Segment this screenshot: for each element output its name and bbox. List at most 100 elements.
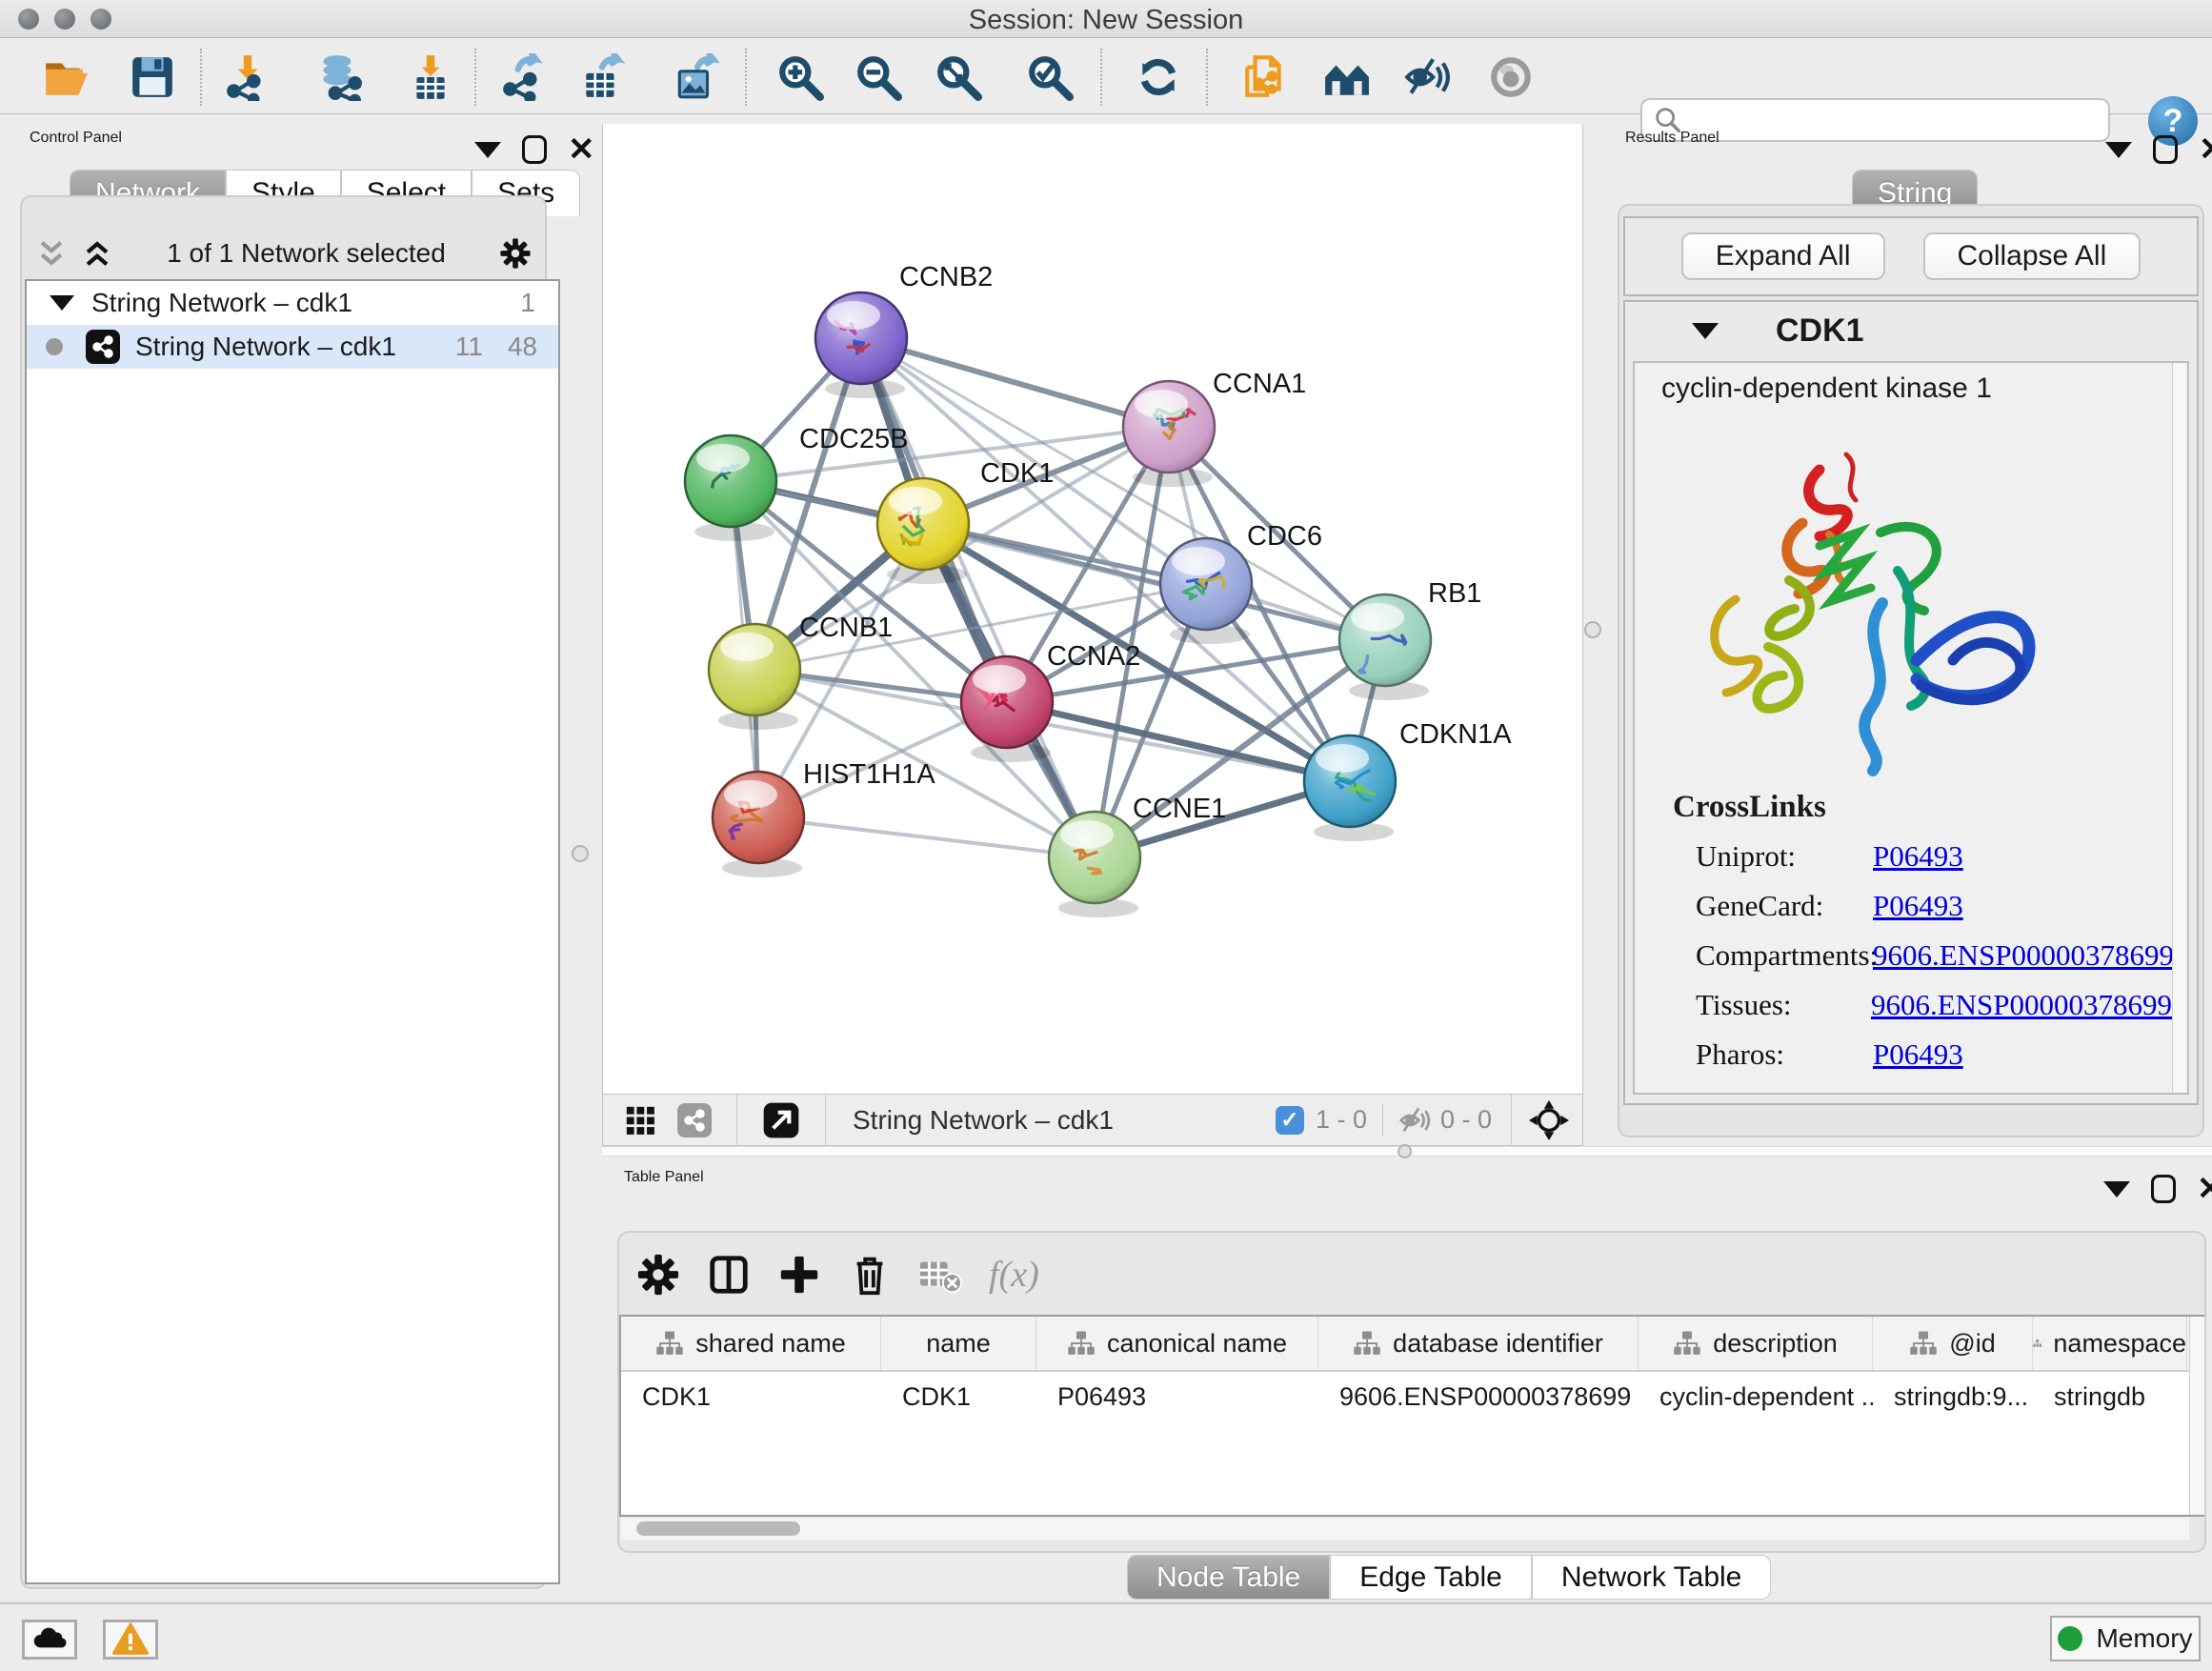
- selected-count: 1 - 0: [1316, 1105, 1367, 1135]
- detach-view-icon[interactable]: [762, 1101, 800, 1139]
- column-header-database-identifier[interactable]: database identifier: [1318, 1317, 1639, 1370]
- column-header-namespace[interactable]: namespace: [2033, 1317, 2187, 1370]
- network-view-toolbar: String Network – cdk1 ✓ 1 - 0 0 - 0: [602, 1094, 1583, 1146]
- network-node-CDK1[interactable]: [877, 478, 969, 584]
- string-home-icon[interactable]: [1322, 52, 1372, 102]
- left-splitter-handle[interactable]: [572, 845, 589, 862]
- table-row[interactable]: CDK1CDK1P064939606.ENSP00000378699cyclin…: [621, 1372, 2202, 1421]
- control-panel-close-icon[interactable]: ✕: [568, 135, 595, 164]
- cell-database-identifier[interactable]: 9606.ENSP00000378699: [1318, 1372, 1639, 1421]
- zoom-in-icon[interactable]: [775, 52, 825, 102]
- network-node-CDKN1A[interactable]: [1304, 735, 1396, 841]
- tab-node-table[interactable]: Node Table: [1127, 1555, 1330, 1600]
- network-node-CCNE1[interactable]: [1049, 812, 1140, 917]
- cell-shared-name[interactable]: CDK1: [621, 1372, 881, 1421]
- string-import-icon[interactable]: [1240, 52, 1290, 102]
- crosslink-value-link[interactable]: P06493: [1873, 1037, 1963, 1072]
- refresh-view-icon[interactable]: [1134, 52, 1183, 102]
- cell-canonical-name[interactable]: P06493: [1036, 1372, 1318, 1421]
- column-header-@id[interactable]: @id: [1873, 1317, 2033, 1370]
- import-network-file-icon[interactable]: [223, 52, 272, 102]
- entry-header[interactable]: CDK1: [1625, 302, 2197, 359]
- table-horizontal-scrollbar[interactable]: [621, 1517, 2189, 1540]
- table-options-gear-icon[interactable]: [636, 1253, 680, 1297]
- import-table-file-icon[interactable]: [406, 52, 455, 102]
- results-scrollbar[interactable]: [2172, 363, 2185, 1093]
- control-panel-float-icon[interactable]: [522, 135, 547, 164]
- selection-summary: 1 of 1 Network selected: [113, 238, 499, 269]
- table-vertical-scrollbar[interactable]: [2189, 1317, 2204, 1515]
- crosslinks-title: CrossLinks: [1673, 790, 1826, 825]
- crosslink-value-link[interactable]: P06493: [1873, 889, 1963, 923]
- results-panel-collapse-icon[interactable]: [2105, 142, 2132, 158]
- column-header-description[interactable]: description: [1639, 1317, 1873, 1370]
- zoom-selected-icon[interactable]: [1025, 52, 1075, 102]
- expand-all-button[interactable]: Expand All: [1681, 232, 1885, 280]
- collapse-all-networks-icon[interactable]: [35, 237, 68, 270]
- right-splitter-handle[interactable]: [1584, 621, 1601, 638]
- automation-cloud-button[interactable]: [22, 1620, 77, 1660]
- show-all-icon[interactable]: [1486, 52, 1536, 102]
- column-type-icon: [2033, 1329, 2041, 1358]
- selected-checkbox-icon[interactable]: ✓: [1276, 1106, 1304, 1135]
- network-share-icon: [86, 330, 120, 364]
- crosslink-row: Tissues:9606.ENSP00000378699: [1696, 980, 2172, 1030]
- delete-column-icon[interactable]: [848, 1253, 892, 1297]
- zoom-out-icon[interactable]: [854, 52, 903, 102]
- network-node-CDC25B[interactable]: [685, 435, 776, 541]
- show-columns-icon[interactable]: [707, 1253, 751, 1297]
- add-column-icon[interactable]: [777, 1253, 821, 1297]
- tab-network-table[interactable]: Network Table: [1532, 1555, 1772, 1600]
- cell-@id[interactable]: stringdb:9...: [1873, 1372, 2033, 1421]
- table-panel-collapse-icon[interactable]: [2103, 1181, 2130, 1198]
- hide-selected-icon[interactable]: [1402, 52, 1452, 102]
- scrollbar-thumb[interactable]: [636, 1521, 800, 1536]
- network-node-CCNA2[interactable]: [961, 656, 1053, 762]
- collapse-all-button[interactable]: Collapse All: [1923, 232, 2142, 280]
- network-edge-HIST1H1A-CCNE1[interactable]: [758, 817, 1095, 857]
- network-tree-root-row[interactable]: String Network – cdk1 1: [27, 281, 558, 325]
- warnings-button[interactable]: [103, 1620, 158, 1660]
- network-type-share-icon[interactable]: [677, 1103, 712, 1137]
- memory-button[interactable]: Memory: [2050, 1616, 2201, 1661]
- network-label: String Network – cdk1: [135, 332, 396, 362]
- network-status-dot: [46, 338, 63, 355]
- export-network-icon[interactable]: [499, 52, 549, 102]
- tree-expand-icon[interactable]: [50, 295, 74, 311]
- birdseye-grid-icon[interactable]: [624, 1104, 656, 1137]
- network-node-CDC6[interactable]: [1160, 538, 1252, 644]
- network-node-HIST1H1A[interactable]: [713, 772, 804, 877]
- fit-content-icon[interactable]: [934, 52, 983, 102]
- crosslink-value-link[interactable]: P06493: [1873, 839, 1963, 874]
- table-panel-close-icon[interactable]: ✕: [2197, 1175, 2212, 1203]
- network-canvas[interactable]: CCNB2CCNA1CDC25BCDK1CDC6RB1CCNB1CCNA2CDK…: [602, 124, 1583, 1094]
- column-header-canonical-name[interactable]: canonical name: [1036, 1317, 1318, 1370]
- crosshair-icon[interactable]: [1529, 1100, 1569, 1140]
- expand-all-networks-icon[interactable]: [81, 237, 113, 270]
- export-table-icon[interactable]: [577, 52, 627, 102]
- network-node-CCNB2[interactable]: [815, 292, 907, 398]
- column-header-shared-name[interactable]: shared name: [621, 1317, 881, 1370]
- column-header-name[interactable]: name: [881, 1317, 1036, 1370]
- results-panel-close-icon[interactable]: ✕: [2199, 135, 2212, 164]
- network-node-RB1[interactable]: [1339, 594, 1431, 700]
- table-panel-float-icon[interactable]: [2151, 1175, 2176, 1203]
- network-tree-selected-row[interactable]: String Network – cdk1 11 48: [27, 325, 558, 369]
- cell-name[interactable]: CDK1: [881, 1372, 1036, 1421]
- network-node-CCNB1[interactable]: [709, 624, 800, 730]
- save-session-icon[interactable]: [128, 52, 177, 102]
- crosslink-value-link[interactable]: 9606.ENSP00000378699: [1873, 938, 2174, 973]
- cell-namespace[interactable]: stringdb: [2033, 1372, 2187, 1421]
- crosslink-value-link[interactable]: 9606.ENSP00000378699: [1871, 988, 2172, 1022]
- tab-edge-table[interactable]: Edge Table: [1330, 1555, 1532, 1600]
- control-panel-collapse-icon[interactable]: [474, 142, 501, 158]
- cell-description[interactable]: cyclin-dependent ...: [1639, 1372, 1873, 1421]
- open-session-icon[interactable]: [42, 52, 91, 102]
- network-options-gear-icon[interactable]: [499, 237, 532, 270]
- network-node-CCNA1[interactable]: [1123, 381, 1215, 487]
- import-network-database-icon[interactable]: [314, 52, 364, 102]
- entry-collapse-icon[interactable]: [1692, 323, 1719, 339]
- results-panel-float-icon[interactable]: [2153, 135, 2178, 164]
- network-selector-row: 1 of 1 Network selected: [20, 232, 547, 275]
- export-image-icon[interactable]: [671, 52, 720, 102]
